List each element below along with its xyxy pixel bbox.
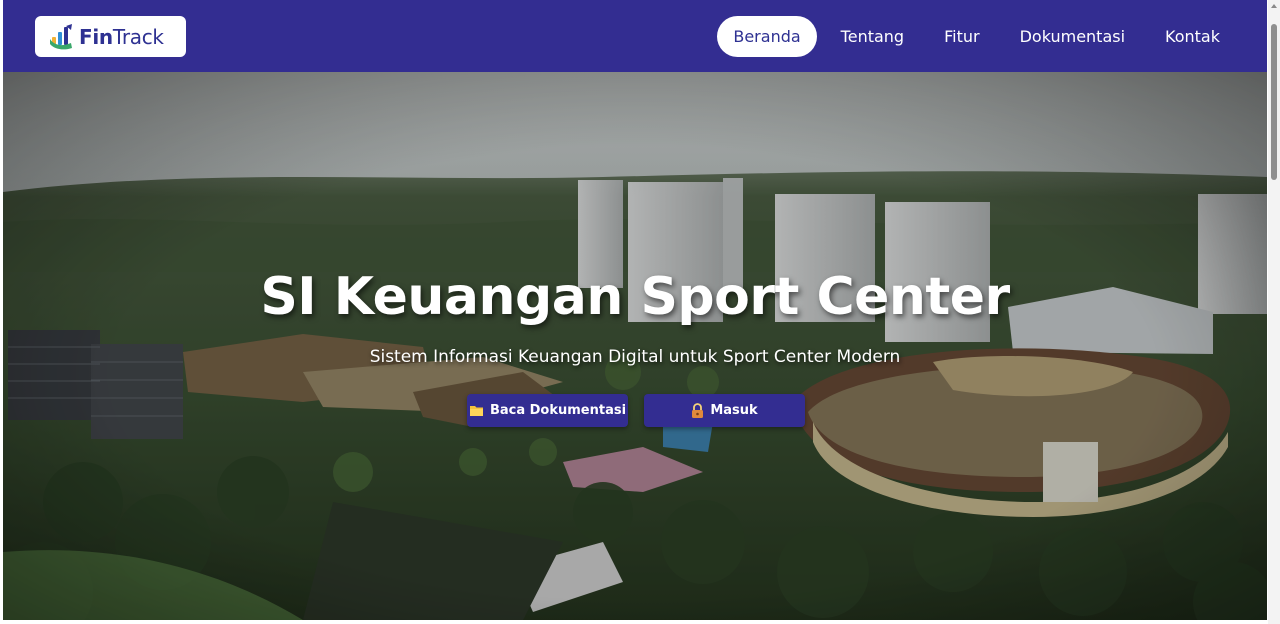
- scrollbar-thumb[interactable]: [1271, 24, 1277, 180]
- vertical-scrollbar[interactable]: [1268, 0, 1280, 624]
- scroll-up-icon[interactable]: [1271, 4, 1277, 8]
- page: FinTrack Beranda Tentang Fitur Dokumenta…: [3, 0, 1267, 620]
- fintrack-logo-icon: [50, 23, 72, 49]
- login-button[interactable]: Masuk: [644, 394, 805, 427]
- read-docs-label: Baca Dokumentasi: [489, 403, 627, 418]
- hero-title: SI Keuangan Sport Center: [260, 267, 1010, 327]
- hero-subtitle: Sistem Informasi Keuangan Digital untuk …: [369, 347, 901, 367]
- navbar: FinTrack Beranda Tentang Fitur Dokumenta…: [3, 0, 1267, 72]
- nav-item-tentang[interactable]: Tentang: [821, 16, 924, 57]
- nav-item-fitur[interactable]: Fitur: [924, 16, 999, 57]
- folder-icon: [469, 404, 484, 417]
- main-nav: Beranda Tentang Fitur Dokumentasi Kontak: [717, 16, 1240, 57]
- read-docs-button[interactable]: Baca Dokumentasi: [467, 394, 628, 427]
- brand-name: FinTrack: [79, 24, 164, 49]
- nav-item-beranda[interactable]: Beranda: [717, 16, 817, 57]
- lock-icon: [691, 403, 704, 418]
- hero-overlay: [3, 72, 1267, 620]
- nav-item-dokumentasi[interactable]: Dokumentasi: [1000, 16, 1145, 57]
- hero-section: SI Keuangan Sport Center Sistem Informas…: [3, 72, 1267, 620]
- brand-logo[interactable]: FinTrack: [35, 16, 186, 57]
- login-label: Masuk: [710, 403, 758, 418]
- nav-item-kontak[interactable]: Kontak: [1145, 16, 1240, 57]
